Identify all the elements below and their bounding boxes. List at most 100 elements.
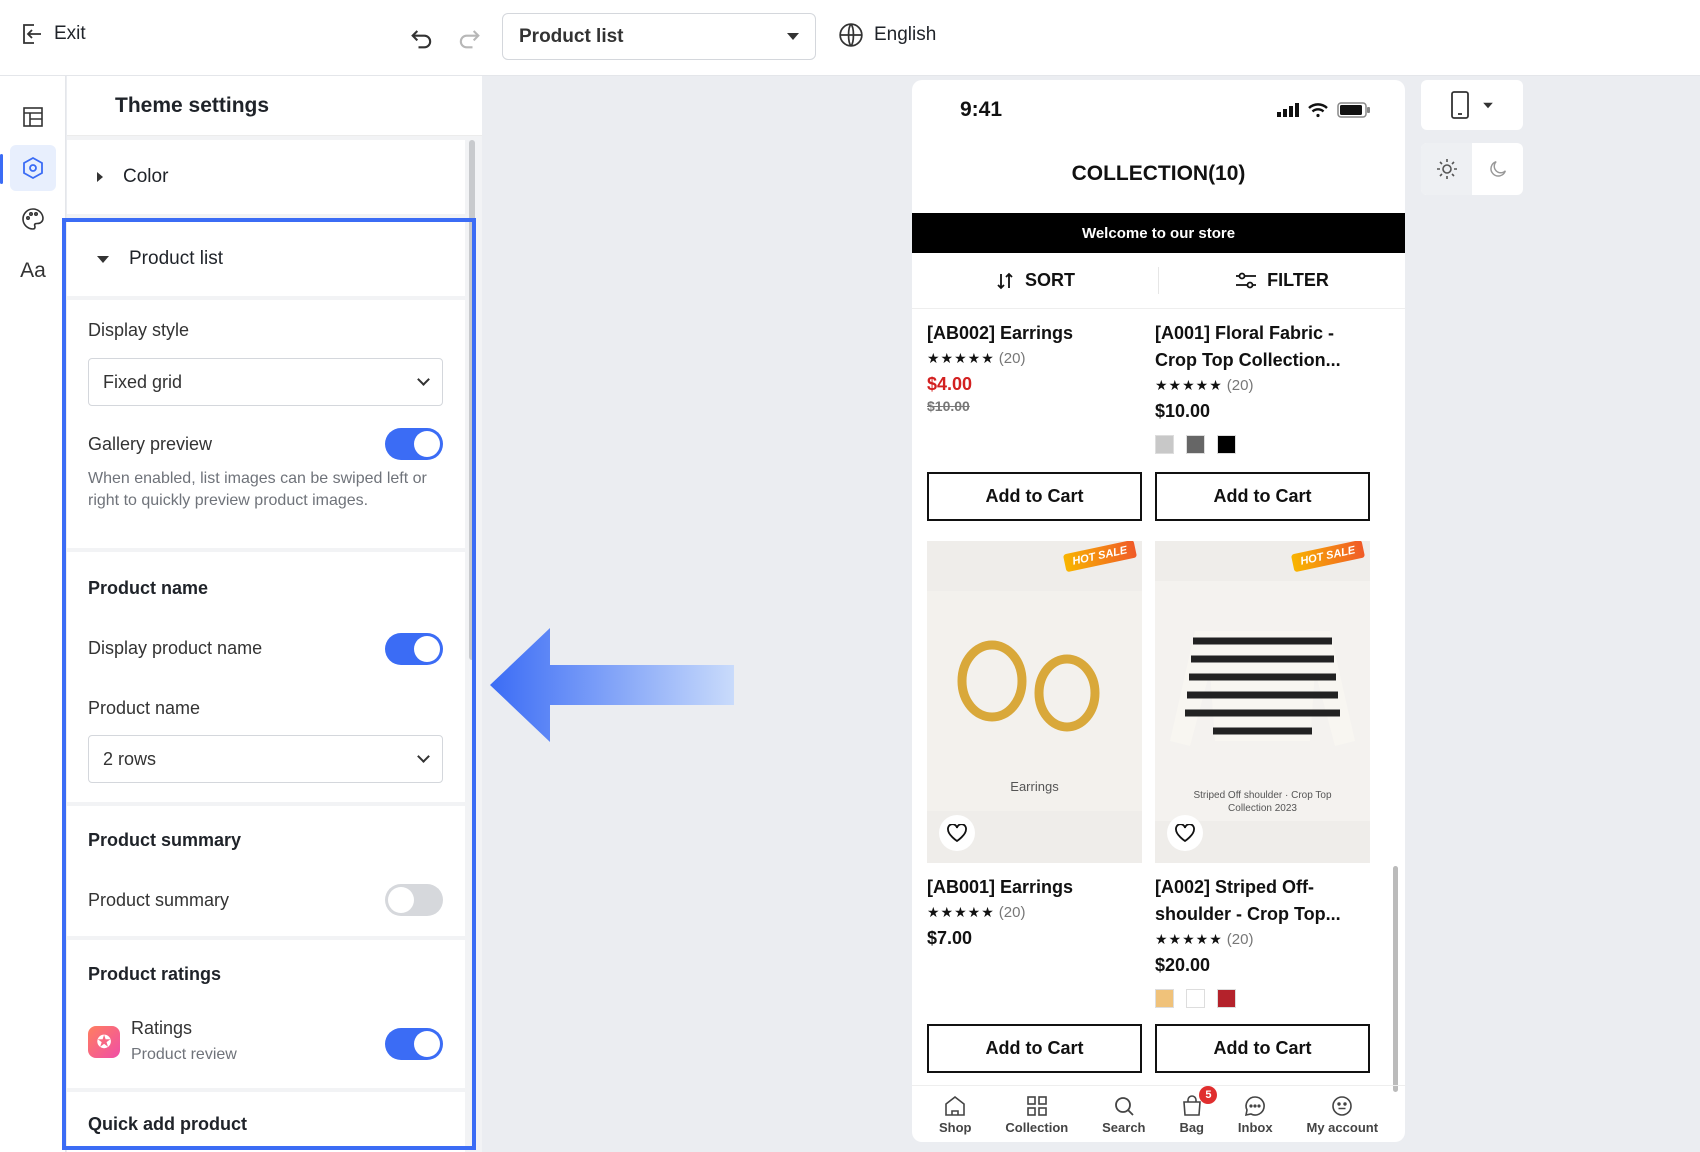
product-name-rows-label: Product name (88, 698, 201, 718)
light-mode-button[interactable] (1421, 143, 1472, 195)
image-caption: Striped Off shoulder · Crop Top Collecti… (1193, 790, 1332, 814)
star-rating: ★★★★★ (1155, 931, 1223, 947)
product-price: $4.00 (927, 374, 973, 394)
product-summary-label: Product summary (88, 890, 230, 910)
wishlist-button[interactable] (1167, 815, 1203, 851)
color-section-label: Color (123, 166, 169, 187)
add-to-cart-button[interactable]: Add to Cart (1155, 472, 1370, 521)
tab-shop[interactable]: Shop (938, 1094, 972, 1135)
phone-scrollbar[interactable] (1393, 866, 1398, 1092)
rail-layout[interactable] (10, 94, 56, 140)
ratings-toggle[interactable] (385, 1028, 443, 1060)
theme-mode-toggle (1421, 143, 1523, 195)
swatch-white[interactable] (1186, 989, 1205, 1008)
panel-title: Theme settings (67, 76, 482, 136)
chevron-down-icon (417, 750, 430, 763)
product-list-section[interactable]: Product list (67, 222, 465, 296)
product-card[interactable]: [AB001] Earrings ★★★★★ (20) $7.00 (927, 874, 1142, 952)
tab-search[interactable]: Search (1102, 1094, 1146, 1135)
product-name-heading: Product name (88, 578, 209, 598)
star-rating: ★★★★★ (1155, 377, 1223, 393)
sort-filter-bar: SORT FILTER (912, 253, 1405, 309)
bottom-tab-bar: Shop Collection Search 5 Bag Inbox My ac… (912, 1085, 1405, 1142)
rail-typography[interactable]: Aa (10, 248, 56, 294)
product-summary-toggle[interactable] (385, 884, 443, 916)
color-section[interactable]: Color (67, 140, 465, 214)
dark-mode-button[interactable] (1472, 143, 1523, 195)
heart-icon (947, 824, 967, 842)
layout-icon (23, 107, 43, 127)
product-card[interactable]: [A002] Striped Off-shoulder - Crop Top..… (1155, 874, 1370, 1008)
color-swatches (1155, 435, 1370, 454)
product-image[interactable]: HOT SALE Striped Off shoulder · Crop Top… (1155, 541, 1370, 863)
product-image[interactable]: HOT SALE Earrings (927, 541, 1142, 863)
review-count: (20) (998, 904, 1026, 921)
exit-label: Exit (54, 23, 86, 44)
rail-palette[interactable] (10, 196, 56, 242)
display-product-name-label: Display product name (88, 638, 263, 658)
panel-scrollbar[interactable] (469, 140, 475, 660)
star-rating: ★★★★★ (927, 350, 995, 366)
typography-icon: Aa (20, 259, 46, 282)
gallery-preview-label: Gallery preview (88, 434, 213, 454)
signal-icon (1277, 103, 1299, 117)
exit-button[interactable]: Exit (20, 22, 86, 46)
product-price: $7.00 (927, 928, 973, 948)
add-to-cart-button[interactable]: Add to Cart (927, 1024, 1142, 1073)
tab-bag[interactable]: 5 Bag (1179, 1085, 1218, 1135)
tab-my-account[interactable]: My account (1306, 1094, 1379, 1135)
filter-button[interactable]: FILTER (1159, 253, 1405, 308)
toggle-knob (388, 887, 414, 913)
language-selector[interactable]: English (838, 22, 936, 48)
gallery-preview-toggle[interactable] (385, 428, 443, 460)
mobile-device-icon (1451, 91, 1469, 119)
undo-icon[interactable] (408, 24, 436, 52)
product-name: [AB002] Earrings (927, 323, 1074, 343)
device-selector[interactable] (1421, 80, 1523, 130)
ratings-label: Ratings (131, 1018, 193, 1038)
rail-active-indicator (0, 154, 3, 184)
swatch-black[interactable] (1217, 435, 1236, 454)
swatch-pattern-1[interactable] (1155, 989, 1174, 1008)
review-count: (20) (1226, 931, 1254, 948)
sort-button[interactable]: SORT (912, 253, 1158, 308)
product-summary-heading: Product summary (88, 830, 242, 850)
tab-label: Bag (1179, 1119, 1204, 1135)
product-name: [A001] Floral Fabric - Crop Top Collecti… (1155, 323, 1341, 370)
product-card[interactable]: [A001] Floral Fabric - Crop Top Collecti… (1155, 320, 1370, 454)
battery-icon (1337, 102, 1370, 118)
product-name-block: Product name Display product name Produc… (67, 552, 465, 802)
product-stars: ★★★★★ (20) (927, 901, 1142, 924)
star-rating: ★★★★★ (927, 904, 995, 920)
phone-preview: 9:41 COLLECTION(10) Welcome to our store… (912, 80, 1405, 1142)
product-card[interactable]: [AB002] Earrings ★★★★★ (20) $4.00 $10.00 (927, 320, 1142, 414)
add-to-cart-button[interactable]: Add to Cart (927, 472, 1142, 521)
product-list-label: Product list (129, 248, 223, 269)
display-product-name-toggle[interactable] (385, 633, 443, 665)
product-name-rows-select[interactable]: 2 rows (88, 735, 443, 783)
display-style-select[interactable]: Fixed grid (88, 358, 443, 406)
tab-label: My account (1306, 1119, 1379, 1135)
account-icon (1332, 1095, 1353, 1116)
wishlist-button[interactable] (939, 815, 975, 851)
filter-icon (1236, 272, 1257, 288)
hexagon-settings-icon (23, 156, 43, 180)
chevron-down-icon (417, 373, 430, 386)
swatch-dark-gray[interactable] (1186, 435, 1205, 454)
tab-inbox[interactable]: Inbox (1238, 1094, 1273, 1135)
tab-label: Collection (1005, 1119, 1069, 1135)
tab-label: Shop (938, 1119, 972, 1135)
add-to-cart-button[interactable]: Add to Cart (1155, 1024, 1370, 1073)
tab-collection[interactable]: Collection (1005, 1094, 1068, 1135)
filter-label: FILTER (1267, 270, 1329, 290)
redo-icon[interactable] (455, 24, 483, 52)
tab-label: Inbox (1237, 1119, 1273, 1135)
page-select[interactable]: Product list (502, 13, 816, 60)
grid-icon (1026, 1095, 1047, 1116)
rail-theme-settings[interactable] (10, 145, 56, 191)
search-icon (1114, 1096, 1134, 1116)
swatch-red[interactable] (1217, 989, 1236, 1008)
swatch-light-gray[interactable] (1155, 435, 1174, 454)
product-price: $20.00 (1155, 955, 1211, 975)
wifi-icon (1308, 103, 1328, 118)
